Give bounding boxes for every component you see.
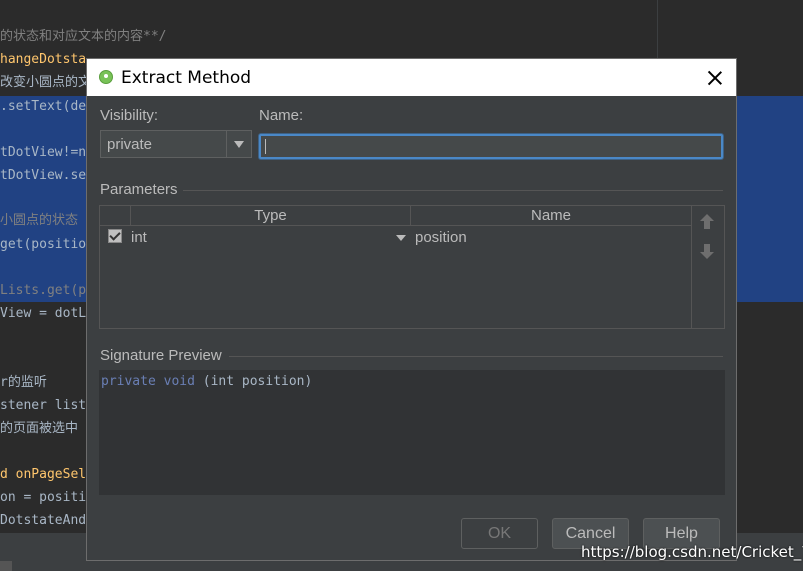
parameters-table: Type Name int position [99, 205, 725, 329]
visibility-dropdown-button[interactable] [226, 131, 251, 157]
code-line: hangeDotsta [0, 52, 87, 67]
param-type[interactable]: int [131, 229, 147, 246]
code-line: r的监听 [0, 375, 47, 390]
extract-method-dialog: Extract Method Visibility: Name: private… [86, 58, 737, 561]
code-line: 的状态和对应文本的内容**/ [0, 29, 167, 44]
parameters-divider [183, 190, 723, 191]
scroll-tab[interactable] [0, 561, 12, 571]
code-line: stener list [0, 398, 87, 413]
code-line: get(position [0, 237, 94, 252]
code-line: .setText(de [0, 99, 87, 114]
column-header-type[interactable]: Type [131, 206, 411, 225]
code-line: d onPageSel [0, 467, 87, 482]
column-header-name[interactable]: Name [411, 206, 691, 225]
code-line: on = positi [0, 490, 87, 505]
code-line: 改变小圆点的文 [0, 75, 92, 90]
code-line: 的页面被选中 [0, 421, 79, 436]
name-label: Name: [259, 107, 303, 124]
visibility-label: Visibility: [100, 107, 158, 124]
signature-params: (int position) [194, 374, 313, 389]
signature-keywords: private void [101, 374, 195, 389]
visibility-label-text: Visibility: [100, 107, 159, 124]
param-name[interactable]: position [415, 229, 467, 246]
code-line: 小圆点的状态 [0, 213, 79, 228]
code-line: tDotView!=n [0, 145, 87, 160]
signature-divider [229, 356, 723, 357]
column-header-check [100, 206, 131, 225]
type-dropdown-icon[interactable] [396, 235, 406, 241]
text-caret [265, 139, 266, 154]
arrow-up-icon[interactable] [700, 214, 716, 230]
close-icon[interactable] [701, 65, 729, 91]
ok-button[interactable]: OK [461, 518, 538, 549]
visibility-value: private [107, 136, 153, 153]
param-order-toolbar [691, 206, 725, 328]
name-label-text: Name: [259, 107, 304, 124]
table-row[interactable]: int position [100, 226, 691, 252]
method-name-input[interactable] [259, 134, 723, 159]
code-line: View = dotL [0, 306, 87, 321]
android-icon [99, 70, 113, 84]
dialog-titlebar[interactable]: Extract Method [87, 59, 736, 96]
parameters-title: Parameters [100, 181, 178, 198]
signature-preview-title: Signature Preview [100, 347, 222, 364]
code-line: Lists.get(p [0, 283, 87, 298]
arrow-down-icon[interactable] [700, 244, 716, 260]
code-line: DotstateAnd [0, 513, 87, 528]
dialog-title: Extract Method [121, 68, 252, 88]
signature-preview: private void (int position) [99, 370, 725, 495]
chevron-down-icon [234, 141, 244, 148]
code-line: tDotView.se [0, 168, 87, 183]
param-checkbox[interactable] [108, 229, 122, 243]
signature-text: private void (int position) [101, 374, 312, 389]
watermark: https://blog.csdn.net/Cricket_7 [581, 543, 803, 561]
visibility-select[interactable]: private [100, 130, 252, 158]
table-header: Type Name [100, 206, 691, 226]
